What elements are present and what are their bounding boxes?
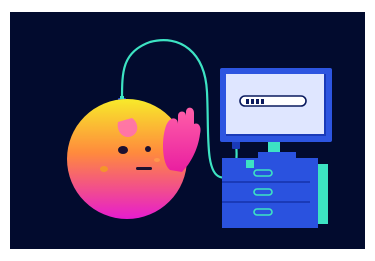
left-cheek bbox=[100, 166, 108, 172]
tower-small-accent bbox=[246, 160, 254, 168]
illustration-canvas bbox=[10, 12, 365, 249]
right-eye bbox=[145, 146, 151, 152]
right-cheek bbox=[154, 158, 160, 162]
computer-tower-icon bbox=[222, 158, 328, 228]
left-eye bbox=[118, 146, 128, 154]
plug-tip bbox=[120, 96, 124, 99]
password-field-icon bbox=[239, 95, 307, 107]
illustration-frame bbox=[10, 12, 365, 249]
mouth bbox=[136, 167, 152, 170]
monitor-base bbox=[258, 152, 296, 158]
